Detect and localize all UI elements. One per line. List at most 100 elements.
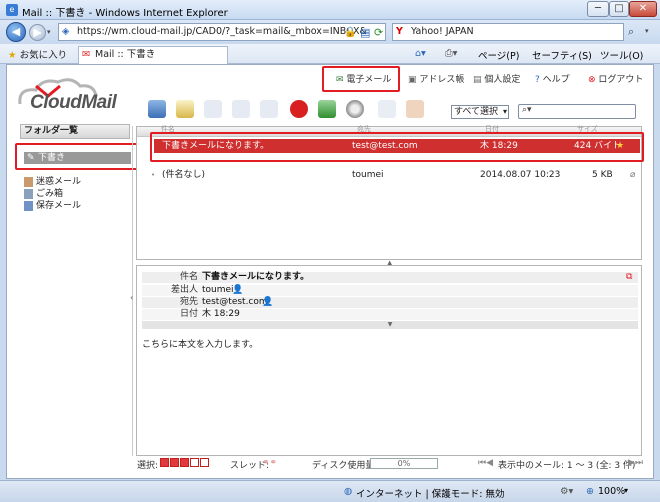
nav-email[interactable]: ✉ 電子メール (336, 72, 391, 88)
message-date: 木 18:29 (480, 141, 518, 151)
nav-logout[interactable]: ⊗ ログアウト (588, 72, 643, 88)
mark-icon[interactable] (318, 100, 336, 118)
browser-tab[interactable]: ✉ Mail :: 下書き (78, 46, 228, 64)
url-input[interactable]: ◈ https://wm.cloud-mail.jp/CAD0/?_task=m… (58, 23, 386, 41)
tab-title: Mail :: 下書き (95, 49, 156, 60)
select-all-icon[interactable] (160, 458, 169, 467)
preview-to-row: 宛先 test@test.com 👤 (142, 297, 638, 308)
select-unread-icon[interactable] (180, 458, 189, 467)
refresh-icon[interactable]: ⟳ (374, 26, 383, 39)
preview-subject-value: 下書きメールになります。 (202, 272, 310, 282)
protected-mode-icon[interactable]: ⚙▾ (560, 486, 573, 497)
zoom-dropdown-icon[interactable]: ▾ (624, 486, 628, 495)
folder-saved[interactable]: 保存メール (22, 200, 81, 212)
forward-button[interactable]: ▶ (29, 24, 46, 41)
disk-usage-label: ディスク使用量: (312, 461, 378, 471)
page-menu[interactable]: ページ(P) (478, 48, 519, 62)
pager-prev-icon[interactable]: ⏮◀ (478, 458, 493, 468)
nav-addressbook-label: アドレス帳 (419, 75, 465, 85)
preview-date-label: 日付 (179, 309, 198, 319)
minimize-button[interactable]: ─ (587, 1, 609, 17)
header-expand-icon[interactable]: ▼ (142, 321, 638, 329)
folder-list-header: フォルダ一覧 (20, 124, 130, 139)
url-text: https://wm.cloud-mail.jp/CAD0/?_task=mai… (77, 26, 367, 37)
select-all-dropdown[interactable]: すべて選択 ▾ (451, 105, 509, 119)
status-bar: ◍ インターネット | 保護モード: 無効 ⚙▾ ⊕ 100% ▾ (0, 480, 660, 502)
nav-settings[interactable]: ▤ 個人設定 (473, 72, 520, 88)
history-dropdown-icon[interactable]: ▾ (47, 28, 51, 36)
print-icon[interactable]: ⎙▾ (445, 48, 457, 59)
reply-all-icon[interactable] (232, 100, 250, 118)
help-icon: ? (535, 75, 540, 85)
nav-help[interactable]: ? ヘルプ (535, 72, 570, 88)
home-icon[interactable]: ⌂▾ (415, 48, 426, 59)
back-button[interactable]: ◀ (6, 22, 26, 42)
message-date: 2014.08.07 10:23 (480, 170, 561, 180)
collapse-handle-icon[interactable]: ‹ (130, 293, 133, 302)
folder-spam-label: 迷惑メール (36, 177, 82, 187)
delete-icon[interactable] (290, 100, 308, 118)
reply-icon[interactable] (204, 100, 222, 118)
person-icon[interactable]: 👤 (262, 297, 273, 308)
safety-menu[interactable]: セーフティ(S) (532, 48, 592, 62)
nav-addressbook[interactable]: ▣ アドレス帳 (408, 72, 464, 88)
favorites-label: お気に入り (19, 50, 68, 61)
zone-status: インターネット | 保護モード: 無効 (356, 489, 505, 500)
close-button[interactable]: ✕ (629, 1, 657, 17)
select-page-icon[interactable] (170, 458, 179, 467)
tools-menu[interactable]: ツール(O) (600, 48, 643, 62)
pager-next-icon[interactable]: ▶⏭ (628, 458, 643, 468)
preview-subject-row: 件名 下書きメールになります。 ⧉ (142, 272, 638, 283)
message-row-partial (155, 154, 639, 160)
message-subject: (件名なし) (162, 170, 206, 180)
email-icon: ✉ (336, 75, 344, 85)
check-mail-icon[interactable] (148, 100, 166, 118)
archive-icon[interactable] (406, 100, 424, 118)
folder-trash[interactable]: ごみ箱 (22, 188, 63, 200)
lock-icon[interactable]: 🔒 (344, 27, 356, 38)
compose-icon[interactable] (176, 100, 194, 118)
favorites-button[interactable]: ★ お気に入り (8, 47, 67, 61)
maximize-button[interactable]: □ (609, 1, 629, 17)
message-size: 5 KB (592, 170, 613, 180)
zoom-icon: ⊕ (586, 486, 594, 497)
preview-date-row: 日付 木 18:29 (142, 309, 638, 320)
attachment-icon: ⌀ (630, 170, 636, 180)
selection-buttons (160, 458, 210, 468)
select-none-icon[interactable] (200, 458, 209, 467)
search-options-icon[interactable]: ▾ (645, 27, 649, 35)
nav-help-label: ヘルプ (542, 75, 570, 85)
tab-icon: ✉ (82, 49, 90, 60)
chevron-down-icon: ▾ (502, 107, 507, 116)
yahoo-icon: Y (396, 26, 403, 37)
preview-to-value: test@test.com (202, 297, 268, 307)
message-to: toumei (352, 170, 384, 180)
message-subject: 下書きメールになります。 (162, 141, 270, 151)
logout-icon: ⊗ (588, 75, 596, 85)
panel-divider[interactable] (132, 126, 133, 456)
preview-from-row: 差出人 toumei 👤 (142, 285, 638, 296)
message-row-selected[interactable]: 下書きメールになります。 test@test.com 木 18:29 424 バ… (154, 139, 640, 153)
preview-to-label: 宛先 (179, 297, 198, 307)
search-icon[interactable]: ⌕ (628, 25, 634, 39)
folder-spam[interactable]: 迷惑メール (22, 176, 81, 188)
zoom-level[interactable]: 100% (598, 486, 625, 497)
thread-toggle-icon[interactable]: ⚭⚭ (262, 458, 277, 468)
message-row[interactable]: • (件名なし) toumei 2014.08.07 10:23 5 KB ⌀ (146, 168, 640, 182)
message-search-input[interactable]: ⌕▾ (518, 104, 636, 119)
open-new-window-icon[interactable]: ⧉ (626, 272, 632, 283)
flag-star-icon[interactable]: ★ (616, 139, 624, 153)
folder-drafts[interactable]: ✎ 下書き (24, 152, 131, 164)
compat-view-icon[interactable]: ▤ (360, 26, 370, 39)
select-invert-icon[interactable] (190, 458, 199, 467)
search-input[interactable]: Y Yahoo! JAPAN (392, 23, 624, 41)
star-icon: ★ (8, 50, 17, 61)
print-mail-icon[interactable] (378, 100, 396, 118)
forward-icon[interactable] (260, 100, 278, 118)
person-icon[interactable]: 👤 (232, 285, 243, 296)
preview-from-label: 差出人 (170, 285, 198, 295)
nav-logout-label: ログアウト (598, 75, 644, 85)
spam-folder-icon (24, 177, 33, 187)
gear-icon[interactable] (346, 100, 364, 118)
search-provider-label: Yahoo! JAPAN (411, 26, 474, 37)
